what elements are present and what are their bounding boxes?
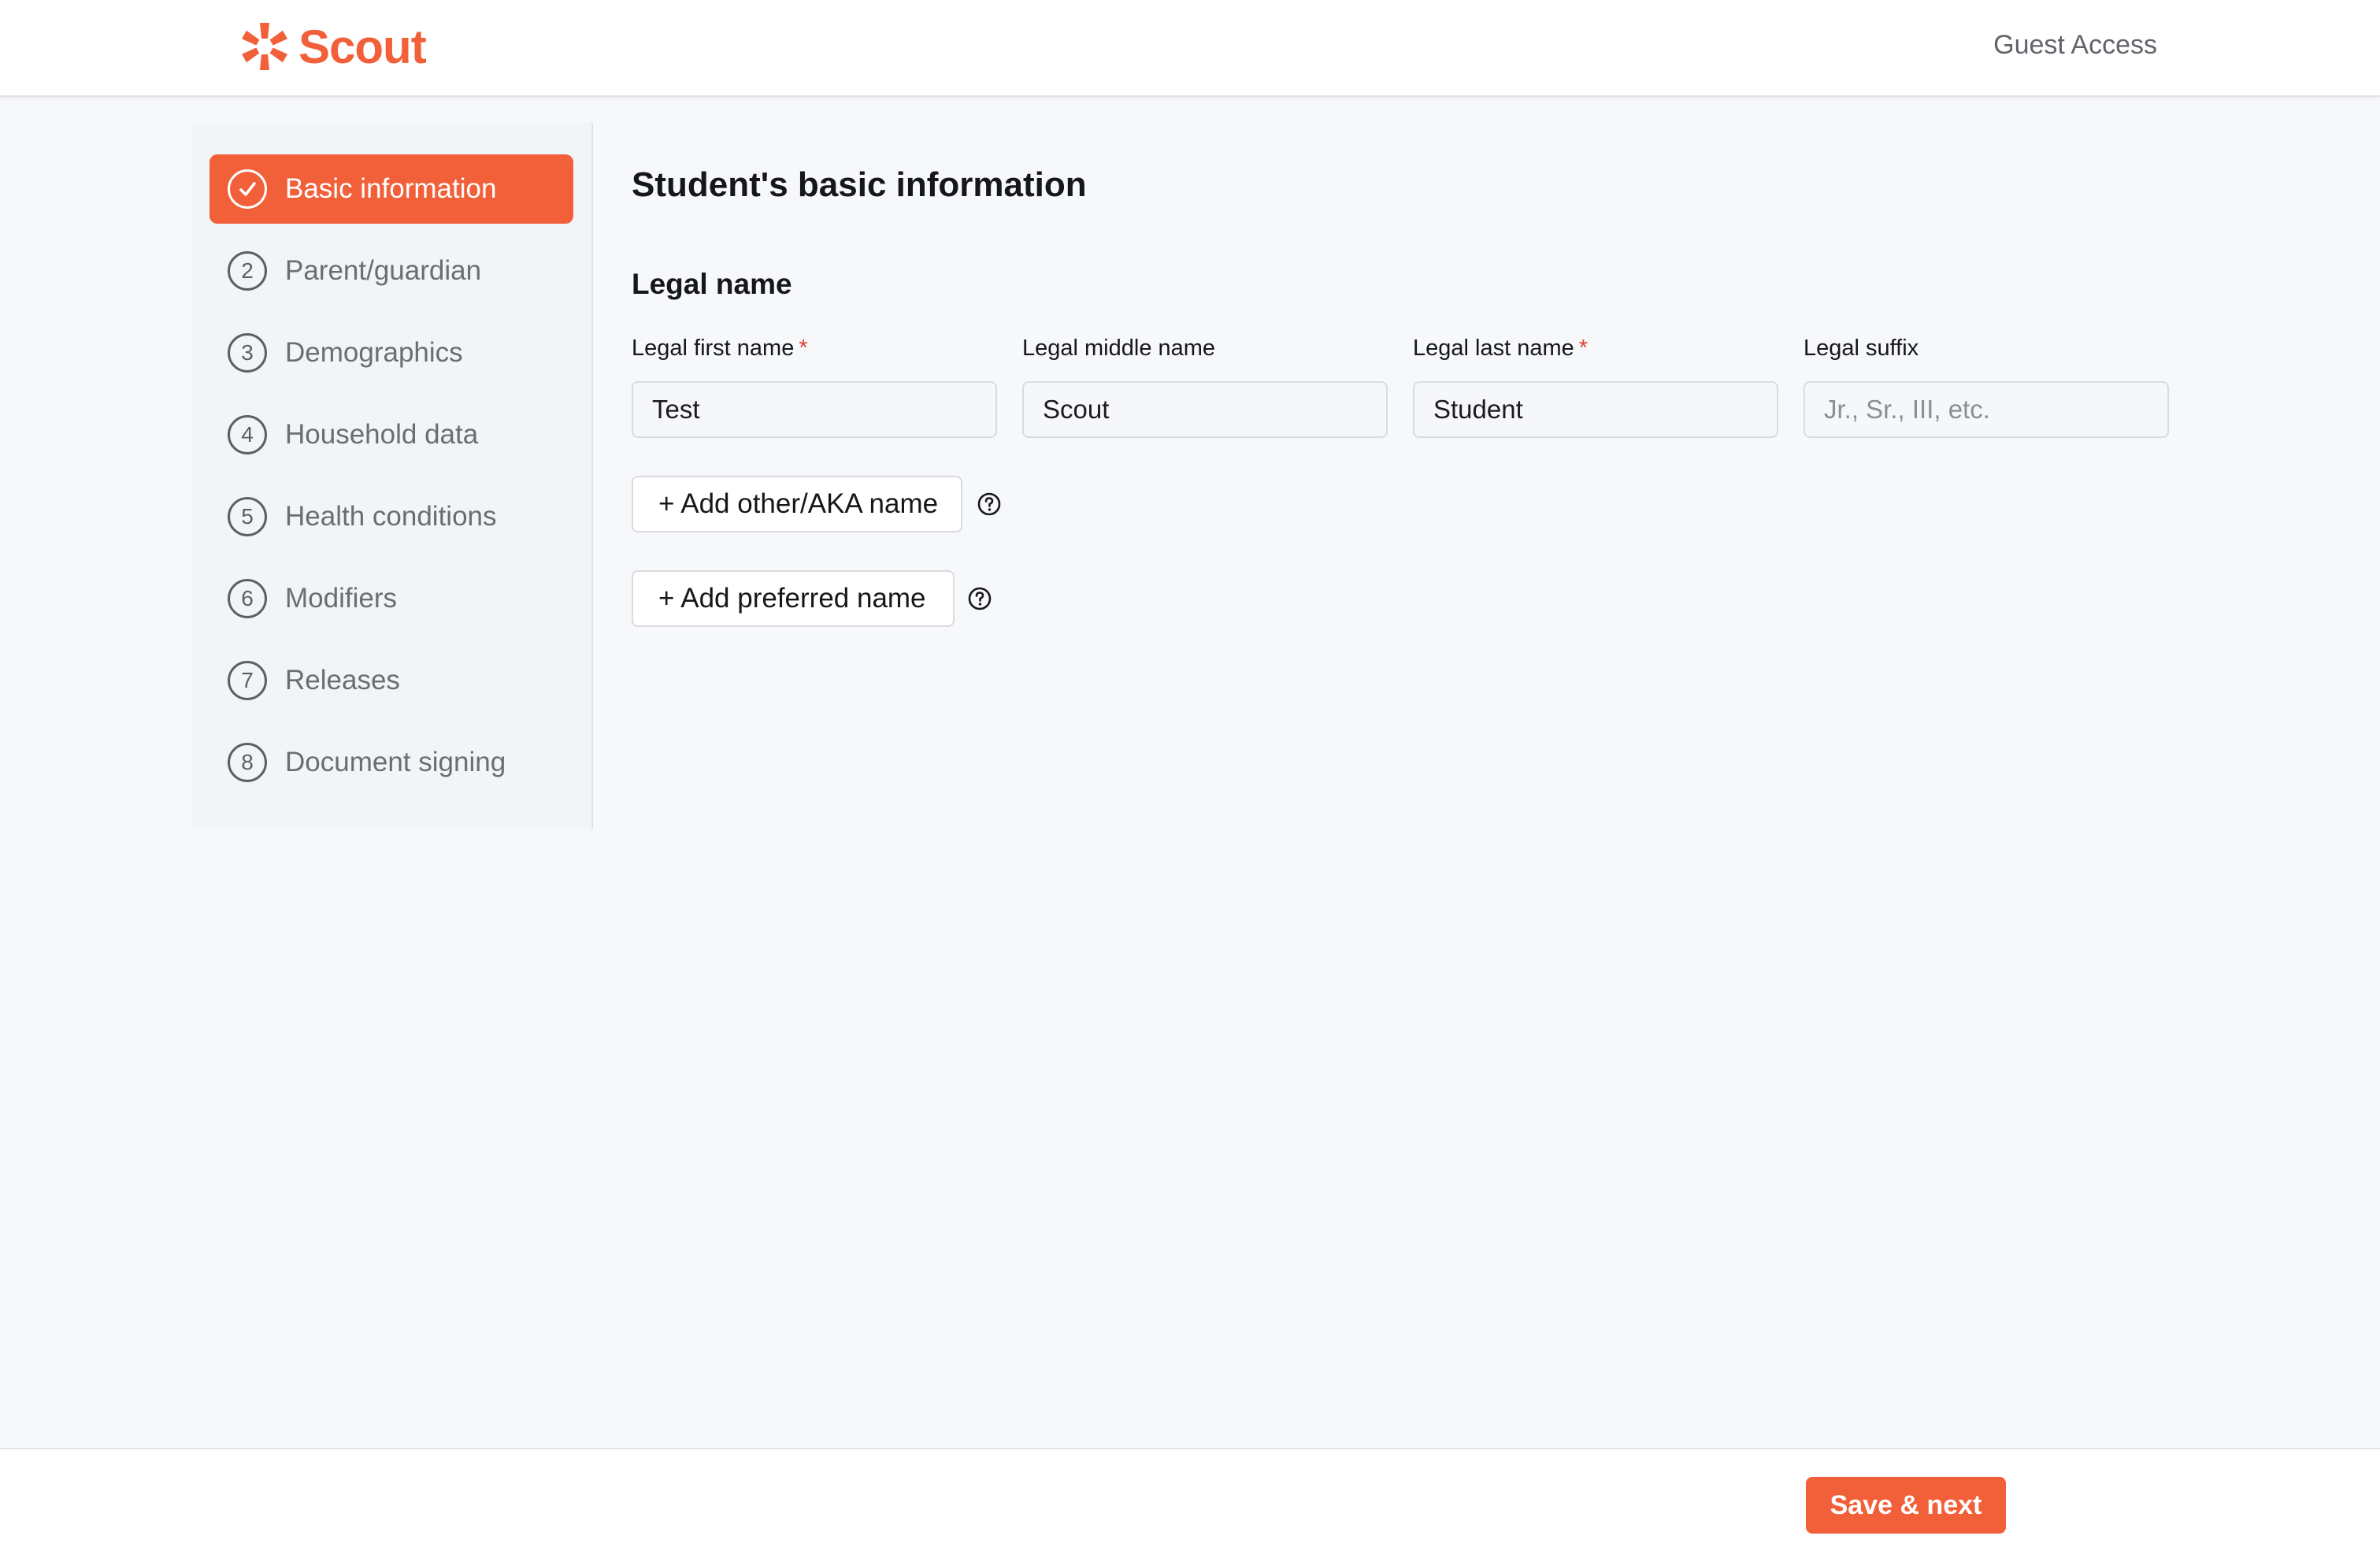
page-title: Student's basic information — [632, 165, 1087, 204]
sidebar-item-health-conditions[interactable]: 5 Health conditions — [209, 482, 573, 551]
question-circle-icon[interactable] — [976, 491, 1003, 517]
sidebar-item-releases[interactable]: 7 Releases — [209, 646, 573, 715]
step-number-icon: 8 — [228, 743, 267, 782]
add-aka-name-button[interactable]: + Add other/AKA name — [632, 476, 962, 532]
sidebar-item-demographics[interactable]: 3 Demographics — [209, 318, 573, 388]
legal-last-name-input[interactable] — [1413, 381, 1778, 438]
step-sidebar: Basic information 2 Parent/guardian 3 De… — [191, 123, 593, 829]
sidebar-item-parent-guardian[interactable]: 2 Parent/guardian — [209, 236, 573, 306]
guest-access-label[interactable]: Guest Access — [1993, 30, 2157, 61]
sidebar-item-basic-information[interactable]: Basic information — [209, 154, 573, 224]
sidebar-item-modifiers[interactable]: 6 Modifiers — [209, 564, 573, 633]
check-circle-icon — [228, 169, 267, 209]
legal-last-name-field: Legal last name * — [1413, 336, 1778, 438]
sidebar-item-label: Household data — [285, 419, 479, 450]
field-label: Legal last name * — [1413, 336, 1589, 361]
scout-logo[interactable]: Scout — [239, 19, 427, 74]
step-number-icon: 2 — [228, 251, 267, 291]
sidebar-item-label: Parent/guardian — [285, 255, 482, 286]
sidebar-item-label: Releases — [285, 665, 400, 696]
field-label: Legal middle name — [1022, 336, 1216, 361]
field-label: Legal first name * — [632, 336, 808, 361]
step-number-icon: 4 — [228, 415, 267, 454]
field-label: Legal suffix — [1804, 336, 1919, 361]
legal-first-name-field: Legal first name * — [632, 336, 997, 438]
add-preferred-name-button[interactable]: + Add preferred name — [632, 570, 955, 627]
sidebar-item-label: Modifiers — [285, 583, 397, 614]
sidebar-item-label: Basic information — [285, 173, 497, 204]
step-number-icon: 3 — [228, 333, 267, 373]
top-bar: Scout Guest Access — [0, 0, 2380, 97]
sidebar-item-label: Health conditions — [285, 501, 497, 532]
save-and-next-button[interactable]: Save & next — [1806, 1477, 2006, 1534]
legal-middle-name-input[interactable] — [1022, 381, 1388, 438]
sidebar-item-household-data[interactable]: 4 Household data — [209, 400, 573, 469]
footer-bar: Save & next — [0, 1448, 2380, 1558]
legal-suffix-input[interactable] — [1804, 381, 2169, 438]
required-asterisk: * — [799, 336, 808, 361]
scout-logo-icon — [242, 23, 287, 70]
step-number-icon: 6 — [228, 579, 267, 618]
logo-text: Scout — [298, 20, 427, 73]
sidebar-item-document-signing[interactable]: 8 Document signing — [209, 728, 573, 797]
sidebar-item-label: Demographics — [285, 337, 463, 368]
legal-middle-name-field: Legal middle name — [1022, 336, 1388, 438]
required-asterisk: * — [1578, 336, 1589, 361]
step-number-icon: 7 — [228, 661, 267, 700]
sidebar-item-label: Document signing — [285, 747, 506, 777]
legal-suffix-field: Legal suffix — [1804, 336, 2169, 438]
question-circle-icon[interactable] — [966, 585, 993, 612]
section-title: Legal name — [632, 268, 792, 300]
legal-first-name-input[interactable] — [632, 381, 997, 438]
step-number-icon: 5 — [228, 497, 267, 536]
